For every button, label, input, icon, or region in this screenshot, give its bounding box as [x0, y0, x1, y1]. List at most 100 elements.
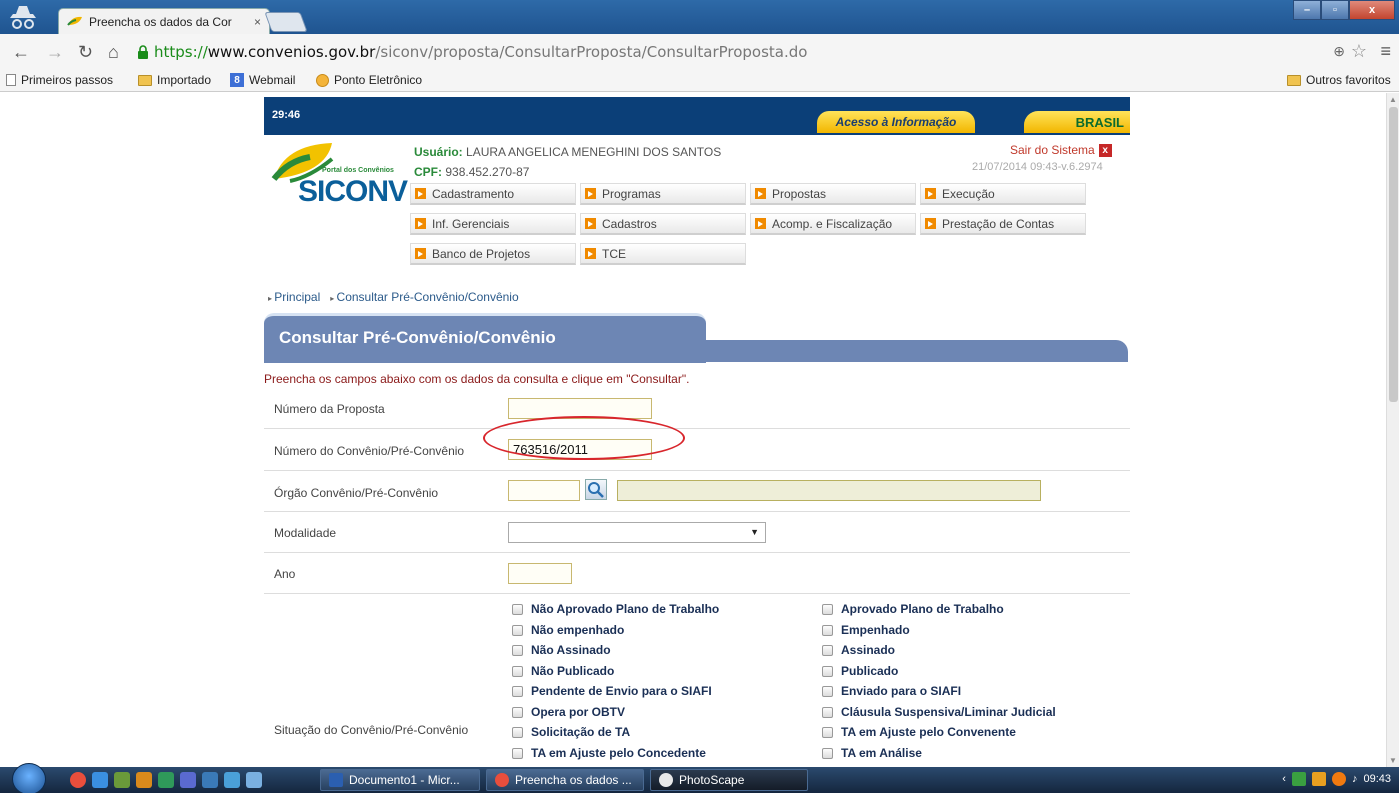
- bookmark-ponto-eletronico[interactable]: Ponto Eletrônico: [316, 73, 422, 87]
- maximize-button[interactable]: ▫: [1321, 0, 1349, 20]
- menu-item-propostas[interactable]: Propostas: [750, 183, 916, 205]
- siconv-logo[interactable]: Portal dos Convênios SICONV: [266, 141, 408, 213]
- orgao-code-input[interactable]: [508, 480, 580, 501]
- start-button[interactable]: [12, 763, 46, 793]
- checkbox-nao-assinado[interactable]: Não Assinado: [512, 643, 611, 657]
- breadcrumb-principal[interactable]: Principal: [268, 290, 320, 304]
- logout-link[interactable]: Sair do Sistema x: [1010, 143, 1112, 157]
- menu-item-acomp-fiscalizacao[interactable]: Acomp. e Fiscalização: [750, 213, 916, 235]
- checkbox-box[interactable]: [512, 747, 523, 759]
- breadcrumb-consultar[interactable]: Consultar Pré-Convênio/Convênio: [330, 290, 519, 304]
- taskbar-word[interactable]: Documento1 - Micr...: [320, 769, 480, 791]
- checkbox-box[interactable]: [822, 624, 833, 636]
- forward-arrow-icon[interactable]: →: [46, 42, 64, 63]
- taskbar-photoscape[interactable]: PhotoScape: [650, 769, 808, 791]
- ie-quicklaunch-icon[interactable]: [92, 772, 108, 788]
- checkbox-box[interactable]: [512, 685, 523, 697]
- menu-item-inf-gerenciais[interactable]: Inf. Gerenciais: [410, 213, 576, 235]
- checkbox-box[interactable]: [512, 603, 523, 615]
- menu-item-banco-projetos[interactable]: Banco de Projetos: [410, 243, 576, 265]
- bookmark-importado[interactable]: Importado: [138, 73, 211, 87]
- modalidade-select[interactable]: ▼: [508, 522, 766, 543]
- checkbox-ta-ajuste-concedente[interactable]: TA em Ajuste pelo Concedente: [512, 746, 706, 760]
- checkbox-box[interactable]: [512, 706, 523, 718]
- excel-quicklaunch-icon[interactable]: [158, 772, 174, 788]
- scrollbar-thumb[interactable]: [1389, 107, 1398, 402]
- checkbox-pendente-siafi[interactable]: Pendente de Envio para o SIAFI: [512, 684, 712, 698]
- checkbox-box[interactable]: [822, 726, 833, 738]
- app-quicklaunch-icon[interactable]: [114, 772, 130, 788]
- browser-tab[interactable]: Preencha os dados da Cor ×: [58, 8, 270, 34]
- checkbox-nao-publicado[interactable]: Não Publicado: [512, 664, 614, 678]
- checkbox-solicitacao-ta[interactable]: Solicitação de TA: [512, 725, 630, 739]
- checkbox-nao-empenhado[interactable]: Não empenhado: [512, 623, 624, 637]
- menu-arrow-icon: [925, 218, 936, 229]
- acesso-informacao-link[interactable]: Acesso à Informação: [817, 111, 975, 133]
- ano-input[interactable]: [508, 563, 572, 584]
- menu-item-programas[interactable]: Programas: [580, 183, 746, 205]
- tab-close-icon[interactable]: ×: [254, 15, 261, 29]
- page-scrollbar[interactable]: ▲ ▼: [1386, 93, 1399, 767]
- menu-item-prestacao-contas[interactable]: Prestação de Contas: [920, 213, 1086, 235]
- checkbox-aprovado-plano[interactable]: Aprovado Plano de Trabalho: [822, 602, 1004, 616]
- network-icon[interactable]: [1291, 772, 1306, 786]
- app-quicklaunch-icon[interactable]: [180, 772, 196, 788]
- menu-item-execucao[interactable]: Execução: [920, 183, 1086, 205]
- clock[interactable]: 09:43: [1363, 773, 1391, 785]
- taskbar-chrome[interactable]: Preencha os dados ...: [486, 769, 644, 791]
- chrome-quicklaunch-icon[interactable]: [70, 772, 86, 788]
- checkbox-box[interactable]: [822, 747, 833, 759]
- close-window-button[interactable]: x: [1349, 0, 1395, 20]
- checkbox-box[interactable]: [822, 603, 833, 615]
- checkbox-ta-ajuste-convenente[interactable]: TA em Ajuste pelo Convenente: [822, 725, 1016, 739]
- scroll-up-icon[interactable]: ▲: [1389, 95, 1397, 104]
- cpf-label: CPF:: [414, 165, 442, 179]
- bookmark-primeiros-passos[interactable]: Primeiros passos: [6, 73, 113, 87]
- bookmark-star-icon[interactable]: ☆: [1351, 41, 1367, 62]
- scroll-down-icon[interactable]: ▼: [1389, 756, 1397, 765]
- brasil-link[interactable]: BRASIL: [1024, 111, 1130, 133]
- tray-app-icon[interactable]: [1331, 772, 1346, 786]
- cpf-info: CPF: 938.452.270-87: [414, 165, 529, 179]
- browser-menu-icon[interactable]: ≡: [1380, 41, 1391, 62]
- zoom-icon[interactable]: ⊕: [1333, 43, 1345, 60]
- back-arrow-icon[interactable]: ←: [12, 42, 30, 63]
- menu-item-label: TCE: [602, 246, 626, 261]
- checkbox-empenhado[interactable]: Empenhado: [822, 623, 910, 637]
- tray-app-icon[interactable]: [1311, 772, 1326, 786]
- checkbox-box[interactable]: [822, 706, 833, 718]
- checkbox-box[interactable]: [512, 624, 523, 636]
- checkbox-box[interactable]: [512, 665, 523, 677]
- home-icon[interactable]: ⌂: [108, 42, 119, 63]
- checkbox-assinado[interactable]: Assinado: [822, 643, 895, 657]
- checkbox-box[interactable]: [512, 726, 523, 738]
- minimize-button[interactable]: –: [1293, 0, 1321, 20]
- menu-item-tce[interactable]: TCE: [580, 243, 746, 265]
- reload-icon[interactable]: ↻: [78, 42, 93, 63]
- address-bar[interactable]: https://www.convenios.gov.br/siconv/prop…: [136, 38, 1376, 65]
- menu-item-cadastramento[interactable]: Cadastramento: [410, 183, 576, 205]
- tray-expand-icon[interactable]: ‹: [1282, 773, 1286, 785]
- app-quicklaunch-icon[interactable]: [202, 772, 218, 788]
- new-tab-button[interactable]: [264, 12, 308, 32]
- orgao-search-button[interactable]: [585, 479, 607, 500]
- user-name: LAURA ANGELICA MENEGHINI DOS SANTOS: [466, 145, 722, 159]
- checkbox-box[interactable]: [822, 685, 833, 697]
- checkbox-box[interactable]: [822, 665, 833, 677]
- menu-item-cadastros[interactable]: Cadastros: [580, 213, 746, 235]
- checkbox-box[interactable]: [512, 644, 523, 656]
- app-quicklaunch-icon[interactable]: [136, 772, 152, 788]
- checkbox-enviado-siafi[interactable]: Enviado para o SIAFI: [822, 684, 961, 698]
- app-quicklaunch-icon[interactable]: [246, 772, 262, 788]
- volume-icon[interactable]: ♪: [1352, 773, 1358, 785]
- checkbox-opera-obtv[interactable]: Opera por OBTV: [512, 705, 625, 719]
- bookmark-webmail[interactable]: 8 Webmail: [230, 73, 295, 87]
- checkbox-clausula-suspensiva[interactable]: Cláusula Suspensiva/Liminar Judicial: [822, 705, 1056, 719]
- app-quicklaunch-icon[interactable]: [224, 772, 240, 788]
- checkbox-box[interactable]: [822, 644, 833, 656]
- bookmark-outros-favoritos[interactable]: Outros favoritos: [1287, 73, 1391, 87]
- menu-arrow-icon: [585, 248, 596, 259]
- checkbox-nao-aprovado-plano[interactable]: Não Aprovado Plano de Trabalho: [512, 602, 719, 616]
- checkbox-ta-analise[interactable]: TA em Análise: [822, 746, 922, 760]
- checkbox-publicado[interactable]: Publicado: [822, 664, 898, 678]
